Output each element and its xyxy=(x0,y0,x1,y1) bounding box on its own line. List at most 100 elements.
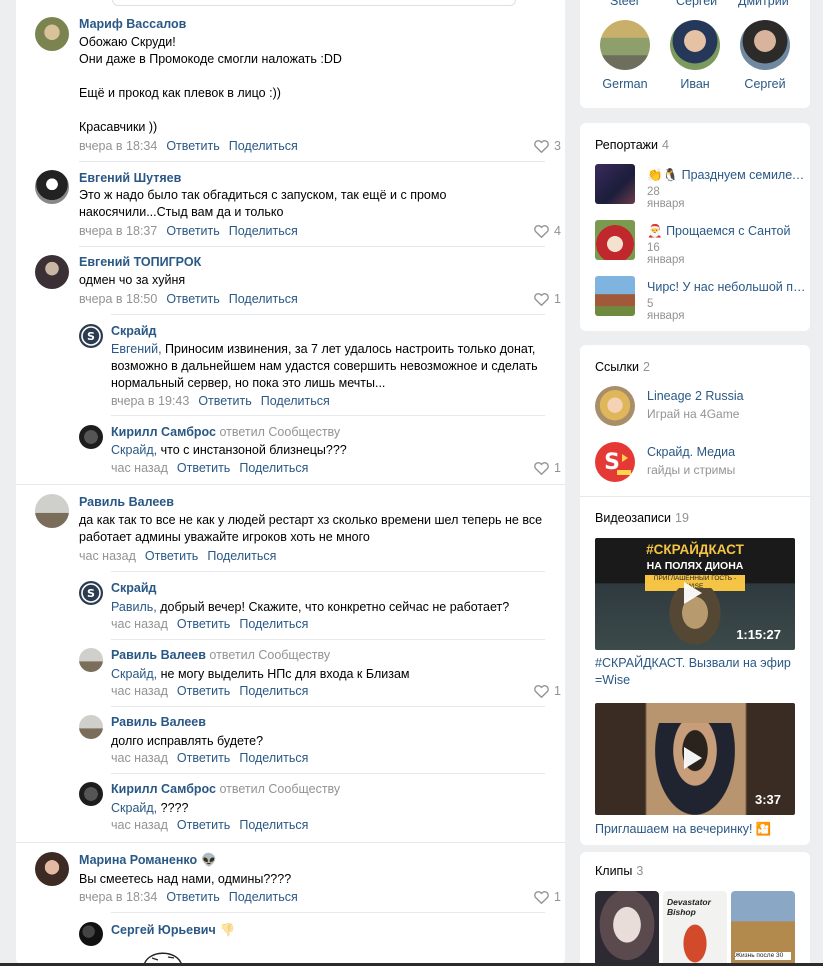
report-title: 👏🐧 Празднуем семилетие! xyxy=(647,168,807,183)
video-thumbnail[interactable]: #СКРАЙДКАСТ НА ПОЛЯХ ДИОНА ПРИГЛАШЁННЫЙ … xyxy=(595,538,795,650)
comment-time[interactable]: час назад xyxy=(111,461,168,475)
reply-button[interactable]: Ответить xyxy=(177,684,230,698)
share-button[interactable]: Поделиться xyxy=(229,139,298,153)
comment-time[interactable]: час назад xyxy=(111,684,168,698)
share-button[interactable]: Поделиться xyxy=(229,224,298,238)
author-name[interactable]: Равиль Валеев xyxy=(79,495,174,509)
author-name[interactable]: Сергей Юрьевич 👎 xyxy=(111,923,235,938)
share-button[interactable]: Поделиться xyxy=(229,890,298,904)
comment-time[interactable]: вчера в 18:50 xyxy=(79,292,157,306)
reply-button[interactable]: Ответить xyxy=(177,617,230,631)
comment-time[interactable]: час назад xyxy=(111,751,168,765)
like-button[interactable]: 1 xyxy=(534,890,561,904)
skrayd-logo-avatar[interactable]: S xyxy=(79,581,103,605)
reply-button[interactable]: Ответить xyxy=(198,394,251,408)
link-title: Скрайд. Медиа xyxy=(647,445,736,459)
reply-button[interactable]: Ответить xyxy=(166,139,219,153)
reply-to-link[interactable]: Евгений, xyxy=(111,342,162,356)
reply-button[interactable]: Ответить xyxy=(177,751,230,765)
avatar[interactable] xyxy=(35,17,69,51)
like-button[interactable]: 3 xyxy=(534,139,561,153)
like-button[interactable]: 1 xyxy=(534,684,561,698)
like-button[interactable]: 4 xyxy=(534,224,561,238)
share-button[interactable]: Поделиться xyxy=(239,617,308,631)
heart-icon xyxy=(534,224,549,238)
comment-time[interactable]: час назад xyxy=(79,549,136,563)
member[interactable]: Сергей xyxy=(735,20,795,91)
comment-time[interactable]: час назад xyxy=(111,617,168,631)
author-name[interactable]: Кирилл Самброс ответил Сообществу xyxy=(111,782,340,796)
author-name-text: Сергей Юрьевич xyxy=(111,923,216,937)
video-thumbnail[interactable]: 3:37 xyxy=(595,703,795,815)
reply-to-link[interactable]: Скрайд, xyxy=(111,443,157,457)
reply-button[interactable]: Ответить xyxy=(177,818,230,832)
avatar[interactable] xyxy=(35,852,69,886)
share-button[interactable]: Поделиться xyxy=(239,684,308,698)
avatar[interactable] xyxy=(79,922,103,946)
reply-button[interactable]: Ответить xyxy=(166,890,219,904)
author-name[interactable]: Марина Романенко 👽 xyxy=(79,853,217,868)
clips-header[interactable]: Клипы 3 xyxy=(595,864,643,878)
comment-time[interactable]: час назад xyxy=(111,818,168,832)
author-name[interactable]: Равиль Валеев ответил Сообществу xyxy=(111,648,330,662)
author-name[interactable]: Мариф Вассалов xyxy=(79,17,186,31)
avatar[interactable] xyxy=(35,494,69,528)
reply-to-link[interactable]: Скрайд, xyxy=(111,667,157,681)
member-name-cut[interactable]: Дмитрий xyxy=(738,0,789,8)
reply-to-link[interactable]: Скрайд, xyxy=(111,801,157,815)
report-thumbnail xyxy=(595,220,635,260)
reports-header[interactable]: Репортажи 4 xyxy=(595,138,669,152)
member-name-cut[interactable]: Сергей xyxy=(676,0,717,8)
like-button[interactable]: 1 xyxy=(534,461,561,475)
author-name[interactable]: Евгений ТОПИГРОК xyxy=(79,255,201,269)
reply-to-link[interactable]: Равиль, xyxy=(111,600,157,614)
comment-time[interactable]: вчера в 19:43 xyxy=(111,394,189,408)
member-avatar xyxy=(670,20,720,70)
author-name-text: Кирилл Самброс xyxy=(111,425,216,439)
member-avatar xyxy=(600,20,650,70)
reply-button[interactable]: Ответить xyxy=(166,224,219,238)
share-button[interactable]: Поделиться xyxy=(239,818,308,832)
reply-button[interactable]: Ответить xyxy=(145,549,198,563)
author-name[interactable]: Равиль Валеев xyxy=(111,715,206,729)
link-desc: гайды и стримы xyxy=(647,463,736,477)
reports-title: Репортажи xyxy=(595,138,659,152)
clip-thumbnail[interactable]: Devastator Bishop xyxy=(663,891,727,966)
member-name-cut[interactable]: Steel xyxy=(610,0,639,8)
avatar[interactable] xyxy=(79,425,103,449)
share-button[interactable]: Поделиться xyxy=(261,394,330,408)
clip-thumbnail[interactable] xyxy=(595,891,659,966)
avatar[interactable] xyxy=(35,255,69,289)
member[interactable]: Иван xyxy=(665,20,725,91)
share-button[interactable]: Поделиться xyxy=(239,751,308,765)
member[interactable]: German xyxy=(595,20,655,91)
video-title[interactable]: #СКРАЙДКАСТ. Вызвали на эфир =Wise xyxy=(595,655,800,689)
report-date: 28 января xyxy=(647,186,685,210)
author-name[interactable]: Евгений Шутяев xyxy=(79,171,181,185)
like-button[interactable]: 1 xyxy=(534,292,561,306)
comment-input[interactable] xyxy=(112,0,516,6)
avatar[interactable] xyxy=(79,715,103,739)
share-button[interactable]: Поделиться xyxy=(239,461,308,475)
comment-time[interactable]: вчера в 18:37 xyxy=(79,224,157,238)
avatar[interactable] xyxy=(79,648,103,672)
links-header[interactable]: Ссылки 2 xyxy=(595,360,650,374)
skrayd-logo-avatar[interactable]: S xyxy=(79,324,103,348)
video-title[interactable]: Приглашаем на вечеринку! 🎦 xyxy=(595,821,800,838)
avatar[interactable] xyxy=(35,170,69,204)
clip-thumbnail[interactable]: Жизнь после 30 xyxy=(731,891,795,966)
comment-time[interactable]: вчера в 18:34 xyxy=(79,139,157,153)
author-name[interactable]: Скрайд xyxy=(111,581,157,595)
avatar[interactable] xyxy=(79,782,103,806)
author-name[interactable]: Кирилл Самброс ответил Сообществу xyxy=(111,425,340,439)
videos-header[interactable]: Видеозаписи 19 xyxy=(595,511,689,525)
comment-time[interactable]: вчера в 18:34 xyxy=(79,890,157,904)
reply-note: ответил Сообществу xyxy=(209,648,331,662)
comment-body: ???? xyxy=(157,801,189,815)
videos-count: 19 xyxy=(675,511,689,525)
share-button[interactable]: Поделиться xyxy=(207,549,276,563)
reply-button[interactable]: Ответить xyxy=(177,461,230,475)
reply-button[interactable]: Ответить xyxy=(166,292,219,306)
share-button[interactable]: Поделиться xyxy=(229,292,298,306)
author-name[interactable]: Скрайд xyxy=(111,324,157,338)
